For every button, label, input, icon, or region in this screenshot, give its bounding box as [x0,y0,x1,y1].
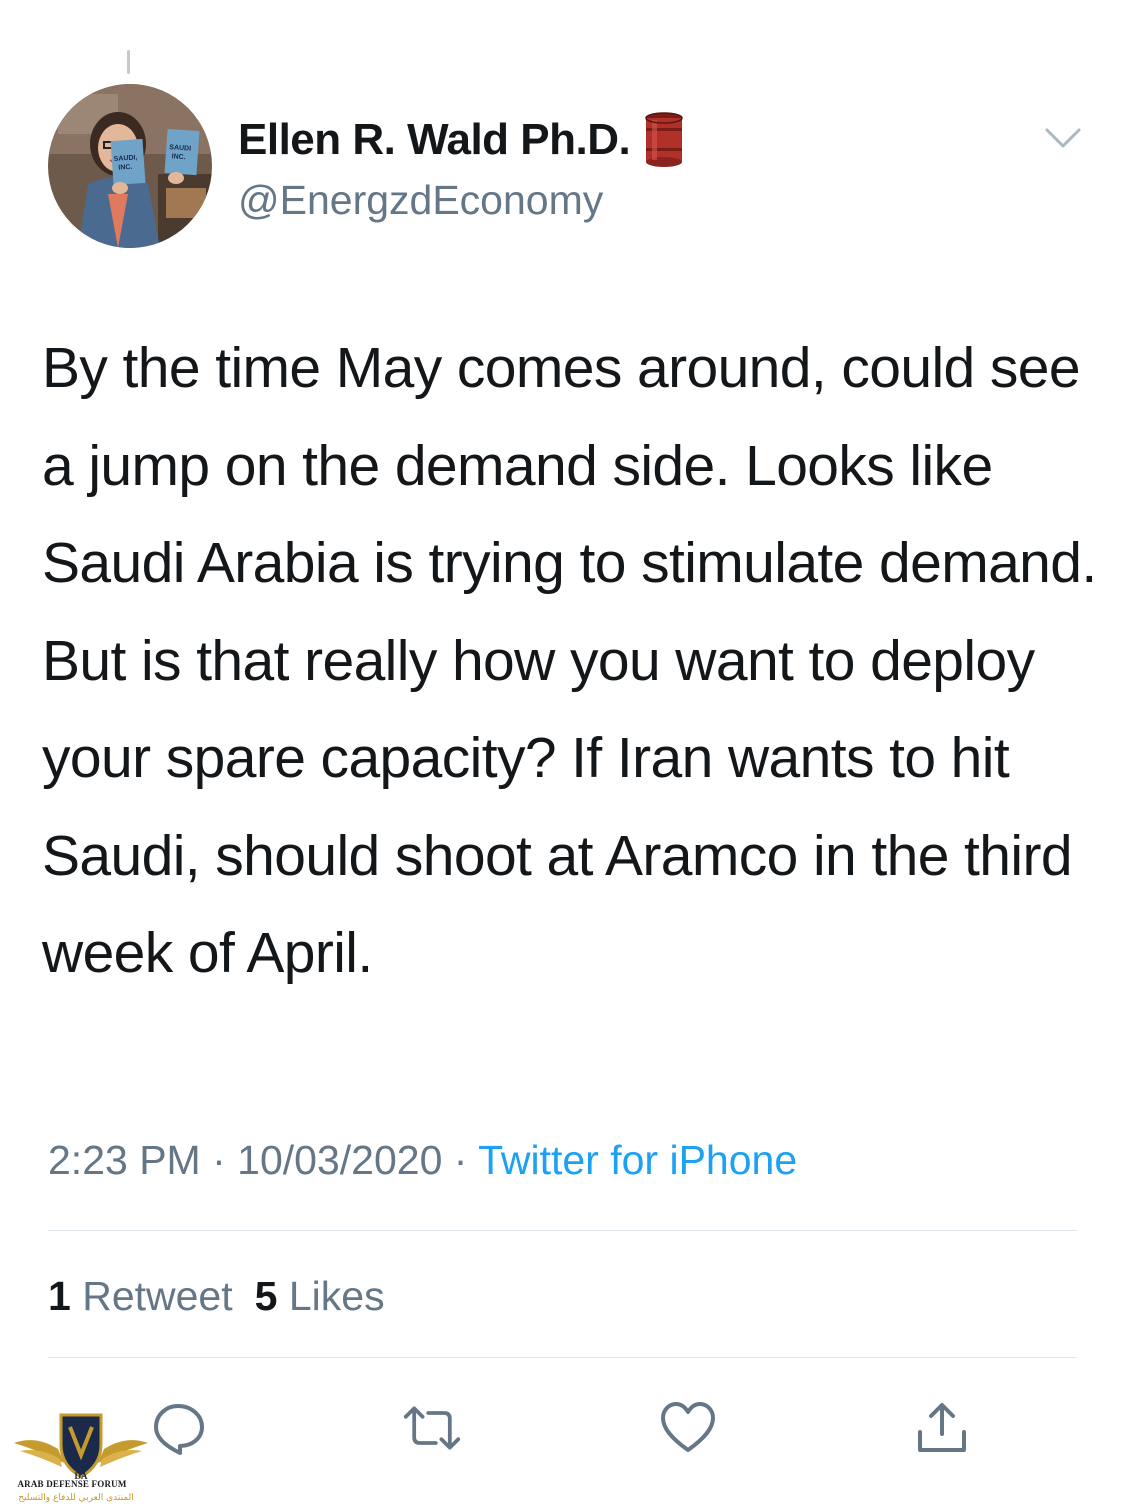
avatar[interactable]: SAUDI, INC. SAUDI INC. [48,84,212,248]
watermark-english: ARAB DEFENSE FORUM [17,1479,127,1489]
reply-icon [154,1404,204,1455]
tweet-text: By the time May comes around, could see … [42,336,1097,985]
divider [48,1230,1077,1231]
retweets-label: Retweet [82,1273,233,1319]
author-handle[interactable]: @EnergzdEconomy [238,177,603,224]
chevron-down-icon[interactable] [1043,124,1083,152]
retweets-stat[interactable]: 1 Retweet [48,1273,233,1319]
retweet-icon [403,1406,461,1450]
divider [48,1357,1077,1358]
watermark-arabic: المنتدى العربي للدفاع والتسليح [18,1493,134,1503]
likes-count: 5 [254,1273,278,1319]
meta-separator: · [453,1137,468,1183]
tweet-time: 2:23 PM [48,1137,201,1183]
likes-stat[interactable]: 5 Likes [255,1273,385,1319]
oil-barrel-icon [644,112,684,168]
share-button[interactable] [912,1398,972,1458]
tweet-stats: 1 Retweet 5 Likes [48,1273,385,1320]
reply-button[interactable] [148,1398,208,1458]
author-display-name[interactable]: Ellen R. Wald Ph.D. [238,115,631,165]
like-button[interactable] [658,1398,718,1458]
retweets-count: 1 [48,1273,71,1319]
pull-indicator [127,50,130,74]
share-icon [918,1403,966,1452]
retweet-button[interactable] [402,1398,462,1458]
likes-label: Likes [288,1273,385,1319]
avatar-photo: SAUDI, INC. SAUDI INC. [48,84,212,248]
author-name[interactable]: Ellen R. Wald Ph.D. [238,112,684,168]
meta-separator: · [212,1137,226,1183]
svg-text:INC.: INC. [118,164,133,172]
svg-text:INC.: INC. [171,153,186,161]
tweet-meta: 2:23 PM · 10/03/2020 · Twitter for iPhon… [48,1137,797,1184]
tweet-date: 10/03/2020 [237,1137,443,1183]
tweet-source-link[interactable]: Twitter for iPhone [478,1137,797,1183]
like-heart-icon [661,1402,715,1452]
